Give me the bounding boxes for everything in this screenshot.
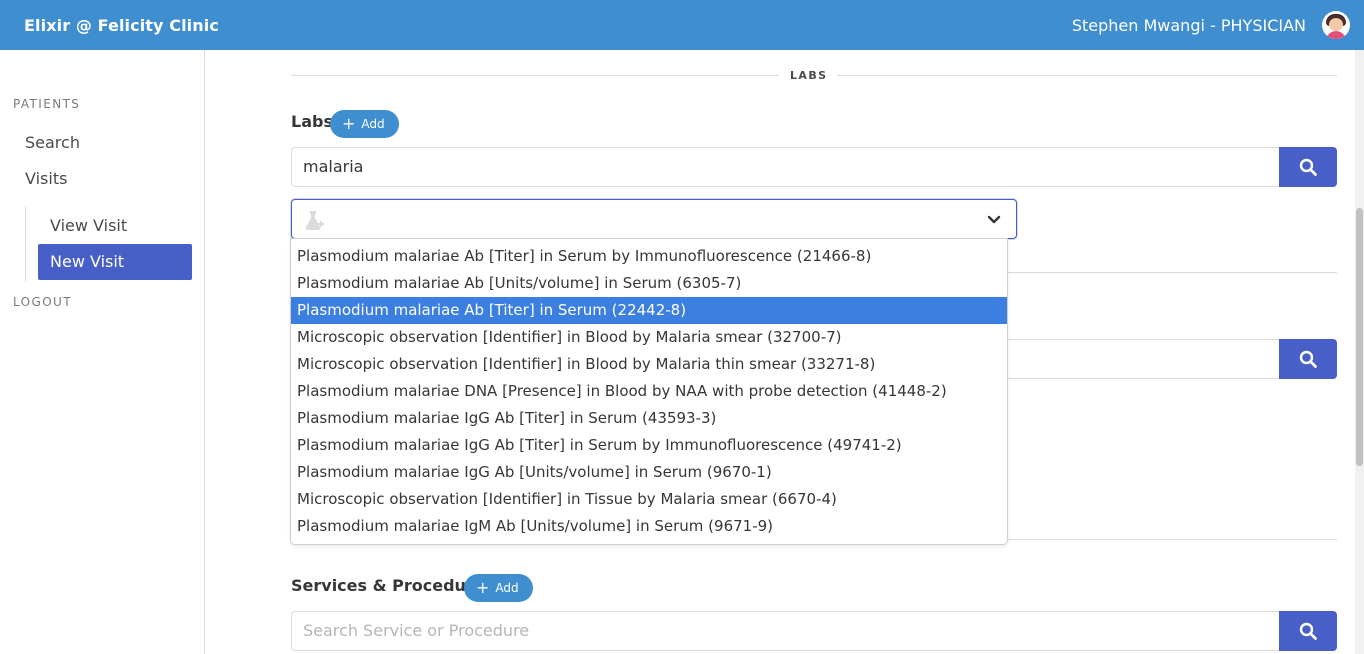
dropdown-option[interactable]: Plasmodium malariae Ab [Titer] in Serum … xyxy=(291,297,1007,324)
sidebar-item-visits[interactable]: Visits xyxy=(25,169,67,188)
section-divider xyxy=(1007,272,1337,273)
logout-link[interactable]: LOGOUT xyxy=(13,295,72,309)
labs-divider-title: LABS xyxy=(790,69,828,82)
service-search-button[interactable] xyxy=(1279,611,1337,651)
sidebar-item-view-visit[interactable]: View Visit xyxy=(38,208,192,244)
plus-icon: + xyxy=(342,114,356,133)
main-content: LABS Labs + Add malaria Plasmodium malar… xyxy=(205,50,1355,654)
submenu-divider xyxy=(25,207,26,281)
patients-menu-label: PATIENTS xyxy=(13,97,81,111)
plus-icon: + xyxy=(476,578,490,597)
sidebar-item-new-visit[interactable]: New Visit xyxy=(38,244,192,280)
lab-select[interactable] xyxy=(291,199,1017,239)
search-icon xyxy=(1299,158,1317,176)
chevron-down-icon[interactable] xyxy=(986,211,1002,227)
service-search-input[interactable]: Search Service or Procedure xyxy=(291,611,1280,651)
avatar-icon[interactable] xyxy=(1322,11,1350,39)
search-icon xyxy=(1299,350,1317,368)
dropdown-option[interactable]: Plasmodium malariae IgG Ab [Titer] in Se… xyxy=(291,405,1007,432)
sidebar: PATIENTS Search Visits View Visit New Vi… xyxy=(0,50,205,654)
search-icon xyxy=(1299,622,1317,640)
top-navbar: Elixir @ Felicity Clinic Stephen Mwangi … xyxy=(0,0,1364,50)
dropdown-option[interactable]: Plasmodium malariae Ab [Titer] in Serum … xyxy=(291,243,1007,270)
lab-search-input[interactable]: malaria xyxy=(291,147,1280,187)
dropdown-option[interactable]: Microscopic observation [Identifier] in … xyxy=(291,486,1007,513)
divider-line-right xyxy=(837,75,1337,76)
add-lab-button[interactable]: + Add xyxy=(330,110,399,138)
brand-title[interactable]: Elixir @ Felicity Clinic xyxy=(24,16,219,35)
second-search-button[interactable] xyxy=(1279,339,1337,379)
add-lab-label: Add xyxy=(361,117,385,131)
scrollbar-thumb[interactable] xyxy=(1356,208,1363,466)
add-service-label: Add xyxy=(495,581,519,595)
dropdown-option[interactable]: Microscopic observation [Identifier] in … xyxy=(291,351,1007,378)
lab-test-add-icon xyxy=(305,211,324,231)
add-service-button[interactable]: + Add xyxy=(464,574,533,602)
dropdown-option[interactable]: Plasmodium malariae DNA [Presence] in Bl… xyxy=(291,378,1007,405)
dropdown-option[interactable]: Microscopic observation [Identifier] in … xyxy=(291,324,1007,351)
divider-line-left xyxy=(291,75,779,76)
lab-dropdown-list: Plasmodium malariae Ab [Titer] in Serum … xyxy=(290,238,1008,545)
user-name: Stephen Mwangi - PHYSICIAN xyxy=(1071,15,1306,35)
dropdown-option[interactable]: Plasmodium malariae Ab [Units/volume] in… xyxy=(291,270,1007,297)
section-divider-2 xyxy=(1007,539,1337,540)
dropdown-option[interactable]: Plasmodium malariae IgG Ab [Titer] in Se… xyxy=(291,432,1007,459)
dropdown-option[interactable]: Plasmodium malariae IgG Ab [Units/volume… xyxy=(291,459,1007,486)
sidebar-item-search[interactable]: Search xyxy=(25,133,80,152)
dropdown-option[interactable]: Plasmodium malariae IgM Ab [Units/volume… xyxy=(291,513,1007,540)
lab-search-button[interactable] xyxy=(1279,147,1337,187)
user-area: Stephen Mwangi - PHYSICIAN xyxy=(1072,11,1350,39)
hidden-input[interactable] xyxy=(1007,339,1280,379)
labs-label: Labs xyxy=(291,112,333,131)
